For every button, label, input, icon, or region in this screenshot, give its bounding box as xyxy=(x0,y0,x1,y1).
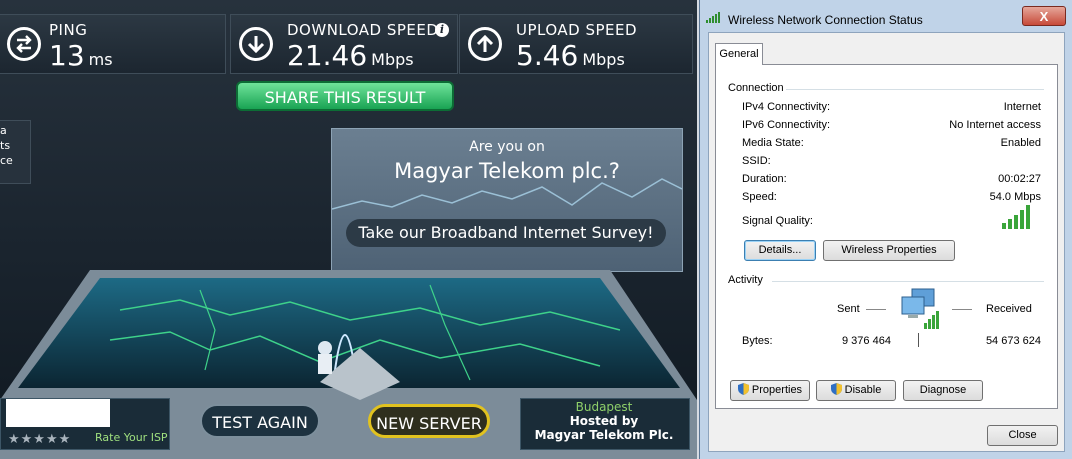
details-button[interactable]: Details... xyxy=(744,240,816,261)
ping-label: PING xyxy=(49,21,88,39)
properties-label: Properties xyxy=(751,384,803,396)
download-arrow-icon xyxy=(239,27,273,61)
ping-panel: PING 13 ms xyxy=(0,14,226,74)
received-bytes: 54 673 624 xyxy=(985,335,1041,347)
speed-value: 54.0 Mbps xyxy=(989,191,1041,203)
upload-arrow-icon xyxy=(468,27,502,61)
rate-isp-link[interactable]: Rate Your ISP xyxy=(95,431,168,444)
survey-isp-name: Magyar Telekom plc.? xyxy=(394,159,620,183)
side-note-line: a xyxy=(0,124,7,137)
info-icon[interactable]: i xyxy=(435,23,449,37)
general-tab-page: Connection IPv4 Connectivity: Internet I… xyxy=(715,64,1058,409)
new-server-button[interactable]: NEW SERVER xyxy=(368,404,490,438)
ssid-label: SSID: xyxy=(742,155,771,167)
sent-connector xyxy=(866,309,886,310)
ipv4-label: IPv4 Connectivity: xyxy=(742,101,831,113)
diagnose-button[interactable]: Diagnose xyxy=(903,380,983,401)
wireless-status-dialog: Wireless Network Connection Status X Gen… xyxy=(699,0,1072,459)
download-panel: DOWNLOAD SPEED 21.46 Mbps i xyxy=(230,14,458,74)
side-note-line: ce xyxy=(0,154,13,167)
connection-heading: Connection xyxy=(728,82,784,94)
server-city: Budapest xyxy=(575,400,633,414)
close-button[interactable]: Close xyxy=(987,425,1058,446)
tab-general[interactable]: General xyxy=(715,43,763,65)
wireless-signal-icon xyxy=(706,12,720,23)
received-connector xyxy=(952,309,972,310)
activity-heading: Activity xyxy=(728,274,763,286)
download-label: DOWNLOAD SPEED xyxy=(287,21,439,39)
title-bar[interactable]: Wireless Network Connection Status X xyxy=(700,0,1072,34)
ipv4-value: Internet xyxy=(1003,101,1041,113)
disable-label: Disable xyxy=(844,384,882,396)
sent-label: Sent xyxy=(837,303,860,315)
uac-shield-icon xyxy=(830,383,842,395)
side-note-panel: a ts ce xyxy=(0,120,31,184)
redacted-area xyxy=(6,399,110,427)
ping-icon xyxy=(7,27,41,61)
bytes-label: Bytes: xyxy=(742,335,773,347)
survey-cta-button[interactable]: Take our Broadband Internet Survey! xyxy=(346,219,666,247)
side-note-line: ts xyxy=(0,139,11,152)
media-state-label: Media State: xyxy=(742,137,804,149)
dialog-title: Wireless Network Connection Status xyxy=(728,13,923,27)
signal-quality-label: Signal Quality: xyxy=(742,215,813,227)
download-unit: Mbps xyxy=(371,50,414,69)
speed-label: Speed: xyxy=(742,191,777,203)
bytes-separator xyxy=(918,333,919,347)
sent-bytes: 9 376 464 xyxy=(842,335,891,347)
properties-button[interactable]: Properties xyxy=(730,380,810,401)
server-host: Magyar Telekom Plc. xyxy=(534,428,674,442)
signal-bars-icon xyxy=(1002,205,1030,229)
title-close-button[interactable]: X xyxy=(1022,6,1066,26)
media-state-value: Enabled xyxy=(1000,137,1041,149)
survey-question: Are you on xyxy=(469,139,545,155)
upload-value: 5.46 xyxy=(516,39,579,72)
disable-button[interactable]: Disable xyxy=(816,380,896,401)
upload-unit: Mbps xyxy=(582,50,625,69)
ping-value: 13 xyxy=(49,39,85,72)
download-value: 21.46 xyxy=(287,39,368,72)
upload-panel: UPLOAD SPEED 5.46 Mbps xyxy=(459,14,693,74)
uac-shield-icon xyxy=(737,383,749,395)
share-result-button[interactable]: SHARE THIS RESULT xyxy=(236,81,454,111)
test-again-button[interactable]: TEST AGAIN xyxy=(200,404,320,438)
rating-stars[interactable]: ★★★★★ xyxy=(8,432,71,447)
network-computers-icon xyxy=(901,288,939,329)
activity-divider xyxy=(772,281,1044,282)
received-label: Received xyxy=(986,303,1032,315)
speedtest-panel: PING 13 ms DOWNLOAD SPEED 21.46 Mbps i UPL… xyxy=(0,0,697,459)
ipv6-label: IPv6 Connectivity: xyxy=(742,119,831,131)
upload-label: UPLOAD SPEED xyxy=(516,21,638,39)
ipv6-value: No Internet access xyxy=(949,119,1041,131)
duration-value: 00:02:27 xyxy=(998,173,1041,185)
wireless-properties-button[interactable]: Wireless Properties xyxy=(823,240,955,261)
duration-label: Duration: xyxy=(742,173,787,185)
server-location: Budapest Hosted by Magyar Telekom Plc. xyxy=(520,400,688,442)
connection-divider xyxy=(786,89,1044,90)
survey-banner[interactable]: Are you on Magyar Telekom plc.? Take our… xyxy=(331,128,683,272)
dialog-client-area: General Connection IPv4 Connectivity: In… xyxy=(708,32,1065,452)
ping-unit: ms xyxy=(88,50,113,69)
hosted-by-label: Hosted by xyxy=(569,414,639,428)
